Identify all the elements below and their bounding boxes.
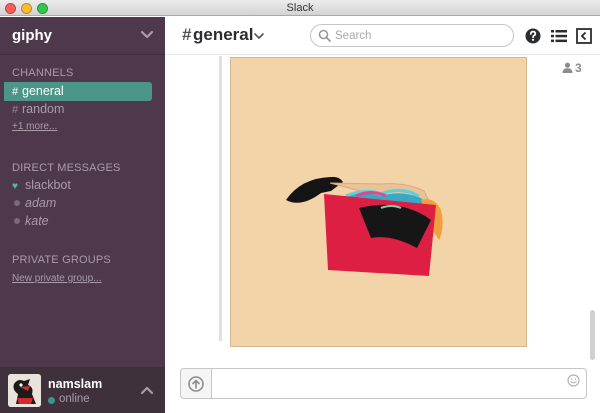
message-scrollbar[interactable] (590, 310, 595, 360)
channel-title[interactable]: general (193, 25, 253, 45)
search-box[interactable] (310, 24, 514, 47)
sidebar-item-label: general (22, 84, 64, 98)
message-input[interactable] (211, 368, 587, 399)
search-input[interactable] (335, 27, 505, 44)
sidebar-item-slackbot[interactable]: ♥ slackbot (0, 176, 165, 194)
user-menu[interactable]: namslam online (0, 367, 165, 413)
avatar-image (8, 374, 41, 407)
sidebar-item-general[interactable]: # general (4, 82, 152, 101)
sidebar-item-kate[interactable]: kate (0, 212, 165, 230)
upload-arrow-icon (188, 376, 204, 392)
list-icon[interactable] (549, 26, 569, 46)
private-groups-section-title[interactable]: PRIVATE GROUPS (12, 254, 111, 266)
channels-section-title[interactable]: CHANNELS (12, 67, 74, 79)
user-icon (562, 62, 573, 73)
sidebar-item-adam[interactable]: adam (0, 194, 165, 212)
sidebar-item-label: adam (25, 196, 57, 210)
message-list[interactable]: 3 (166, 56, 600, 364)
window-titlebar: Slack (0, 0, 600, 16)
more-channels-link[interactable]: +1 more... (12, 121, 57, 132)
chevron-down-icon (140, 30, 154, 39)
message-composer (166, 364, 600, 413)
search-icon (318, 29, 331, 42)
chevron-up-icon (140, 386, 154, 395)
team-menu[interactable]: giphy (0, 17, 165, 55)
chevron-down-icon[interactable] (254, 32, 264, 40)
presence-away-icon (14, 218, 20, 224)
help-icon[interactable] (523, 26, 543, 46)
giphy-gif-image[interactable] (230, 57, 527, 347)
sidebar-item-label: kate (25, 214, 49, 228)
emoji-icon[interactable] (567, 374, 580, 387)
gif-illustration (286, 176, 443, 276)
sidebar: giphy CHANNELS # general # random +1 more.… (0, 17, 165, 413)
channel-hash-prefix: # (12, 104, 19, 116)
presence-away-icon (14, 200, 20, 206)
presence-status: online (59, 393, 90, 405)
window-title: Slack (286, 2, 314, 14)
collapse-panel-icon[interactable] (574, 26, 594, 46)
online-status-icon (48, 397, 55, 404)
username: namslam (48, 377, 103, 391)
sidebar-item-label: random (22, 102, 65, 116)
team-name: giphy (12, 27, 52, 44)
channel-hash: # (182, 25, 192, 44)
member-count[interactable]: 3 (575, 61, 582, 75)
sidebar-item-label: slackbot (25, 178, 71, 192)
message-guide-line (219, 56, 222, 341)
channel-header: # general (166, 17, 600, 55)
direct-messages-section-title[interactable]: DIRECT MESSAGES (12, 162, 121, 174)
sidebar-item-random[interactable]: # random (0, 100, 165, 119)
avatar (8, 374, 41, 407)
new-private-group-link[interactable]: New private group... (12, 273, 102, 284)
upload-button[interactable] (180, 368, 211, 399)
